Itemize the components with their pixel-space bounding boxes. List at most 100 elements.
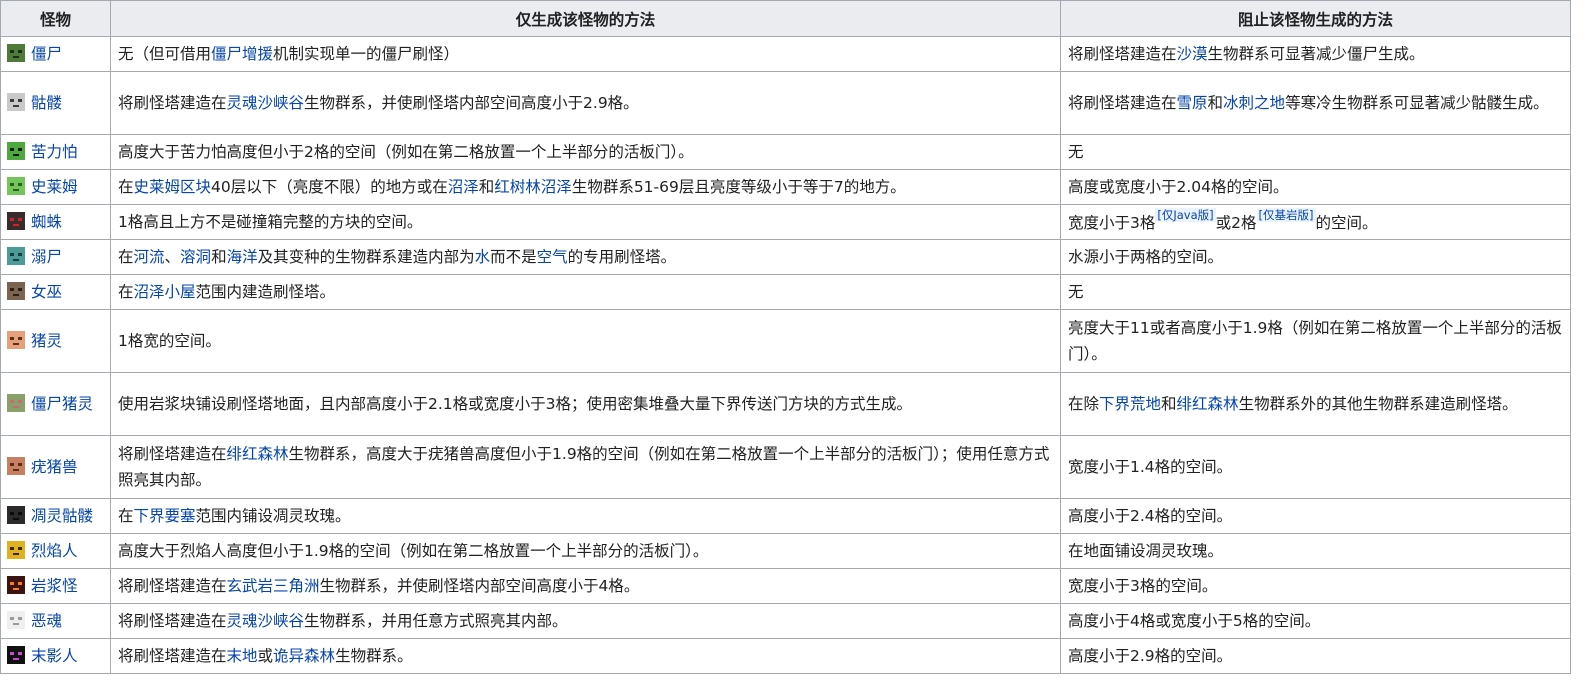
cell-text: 生物群系，并用任意方式照亮其内部。 [304,612,568,630]
mob-name-link[interactable]: 苦力怕 [31,143,78,161]
cell-text: 等寒冷生物群系可显著减少骷髅生成。 [1285,94,1549,112]
prevent-spawn-method-cell: 水源小于两格的空间。 [1060,239,1571,275]
cell-text: 生物群系，并使刷怪塔内部空间高度小于4格。 [319,577,640,595]
mob-name-link[interactable]: 恶魂 [31,612,62,630]
only-spawn-method-cell: 在沼泽小屋范围内建造刷怪塔。 [110,274,1061,310]
table-row: 疣猪兽 将刷怪塔建造在绯红森林生物群系，高度大于疣猪兽高度但小于1.9格的空间（例… [0,435,1571,499]
mob-cell: 烈焰人 [0,533,111,569]
wiki-link[interactable]: 末地 [227,647,258,665]
blaze-face-icon [7,541,25,559]
cell-text: 高度或宽度小于2.04格的空间。 [1068,178,1289,196]
mob-cell: 凋灵骷髅 [0,498,111,534]
wiki-link[interactable]: 沼泽小屋 [134,283,196,301]
wiki-link[interactable]: 绯红森林 [227,445,289,463]
table-row: 恶魂 将刷怪塔建造在灵魂沙峡谷生物群系，并用任意方式照亮其内部。 高度小于4格或宽度… [0,603,1571,639]
table-row: 女巫 在沼泽小屋范围内建造刷怪塔。无 [0,274,1571,310]
prevent-spawn-method-cell: 无 [1060,134,1571,170]
mob-name-link[interactable]: 凋灵骷髅 [31,507,93,525]
prevent-spawn-method-cell: 高度小于2.9格的空间。 [1060,638,1571,674]
mob-name-link[interactable]: 僵尸猪灵 [31,395,93,413]
mob-name-link[interactable]: 蜘蛛 [31,213,62,231]
mob-spawning-table: 怪物 仅生成该怪物的方法 阻止该怪物生成的方法 僵尸 无（但可借用僵尸增援机制实现… [0,0,1571,674]
wiki-link[interactable]: 下界要塞 [134,507,196,525]
wiki-link[interactable]: 诡异森林 [273,647,335,665]
mob-name-link[interactable]: 疣猪兽 [31,458,78,476]
mob-name-link[interactable]: 女巫 [31,283,62,301]
edition-tag[interactable]: [仅基岩版] [1256,208,1316,222]
witch-face-icon [7,282,25,300]
prevent-spawn-method-cell: 亮度大于11或者高度小于1.9格（例如在第二格放置一个上半部分的活板门）。 [1060,309,1571,373]
wiki-link[interactable]: 沼泽 [448,178,479,196]
table-row: 史莱姆 在史莱姆区块40层以下（亮度不限）的地方或在沼泽和红树林沼泽生物群系51-… [0,169,1571,205]
prevent-spawn-method-cell: 在地面铺设凋灵玫瑰。 [1060,533,1571,569]
cell-text: 和 [1161,395,1177,413]
wiki-link[interactable]: 红树林沼泽 [494,178,572,196]
mob-name-link[interactable]: 烈焰人 [31,542,78,560]
wiki-link[interactable]: 雪原 [1177,94,1208,112]
only-spawn-method-cell: 使用岩浆块铺设刷怪塔地面，且内部高度小于2.1格或宽度小于3格；使用密集堆叠大量… [110,372,1061,436]
prevent-spawn-method-cell: 将刷怪塔建造在雪原和冰刺之地等寒冷生物群系可显著减少骷髅生成。 [1060,71,1571,135]
cell-text: 无（但可借用 [118,45,212,63]
table-row: 末影人 将刷怪塔建造在末地或诡异森林生物群系。 高度小于2.9格的空间。 [0,638,1571,674]
cell-text: 高度小于2.9格的空间。 [1068,647,1233,665]
wiki-link[interactable]: 海洋 [227,248,258,266]
wiki-link[interactable]: 灵魂沙峡谷 [227,612,305,630]
table-header-row: 怪物 仅生成该怪物的方法 阻止该怪物生成的方法 [0,0,1571,37]
cell-text: 和 [211,248,227,266]
table-row: 僵尸 无（但可借用僵尸增援机制实现单一的僵尸刷怪） 将刷怪塔建造在沙漠生物群系可显著… [0,36,1571,72]
table-row: 凋灵骷髅 在下界要塞范围内铺设凋灵玫瑰。 高度小于2.4格的空间。 [0,498,1571,534]
wiki-link[interactable]: 下界荒地 [1099,395,1161,413]
wiki-link[interactable]: 绯红森林 [1177,395,1239,413]
only-spawn-method-cell: 将刷怪塔建造在灵魂沙峡谷生物群系，并用任意方式照亮其内部。 [110,603,1061,639]
mob-cell: 恶魂 [0,603,111,639]
piglin-face-icon [7,331,25,349]
wither-skeleton-face-icon [7,506,25,524]
cell-text: 将刷怪塔建造在 [118,94,227,112]
table-row: 猪灵 1格宽的空间。 亮度大于11或者高度小于1.9格（例如在第二格放置一个上半部分… [0,309,1571,373]
ghast-face-icon [7,611,25,629]
mob-cell: 骷髅 [0,71,111,135]
table-row: 僵尸猪灵 使用岩浆块铺设刷怪塔地面，且内部高度小于2.1格或宽度小于3格；使用密集… [0,372,1571,436]
cell-text: 在 [118,283,134,301]
only-spawn-method-cell: 1格宽的空间。 [110,309,1061,373]
cell-text: 生物群系可显著减少僵尸生成。 [1207,45,1425,63]
wiki-link[interactable]: 河流 [134,248,165,266]
mob-cell: 溺尸 [0,239,111,275]
wiki-link[interactable]: 冰刺之地 [1223,94,1285,112]
wiki-link[interactable]: 水 [475,248,491,266]
prevent-spawn-method-cell: 高度或宽度小于2.04格的空间。 [1060,169,1571,205]
mob-name-link[interactable]: 史莱姆 [31,178,78,196]
cell-text: 宽度小于3格 [1068,214,1156,232]
mob-name-link[interactable]: 溺尸 [31,248,62,266]
wiki-link[interactable]: 史莱姆区块 [134,178,212,196]
wiki-link[interactable]: 沙漠 [1177,45,1208,63]
prevent-spawn-method-cell: 高度小于2.4格的空间。 [1060,498,1571,534]
table-row: 岩浆怪 将刷怪塔建造在玄武岩三角洲生物群系，并使刷怪塔内部空间高度小于4格。 宽度小… [0,568,1571,604]
mob-cell: 僵尸猪灵 [0,372,111,436]
mob-cell: 疣猪兽 [0,435,111,499]
wiki-link[interactable]: 溶洞 [180,248,211,266]
wiki-link[interactable]: 玄武岩三角洲 [227,577,320,595]
mob-name-link[interactable]: 骷髅 [31,94,62,112]
wiki-link[interactable]: 僵尸增援 [211,45,273,63]
cell-text: 将刷怪塔建造在 [118,445,227,463]
prevent-spawn-method-cell: 将刷怪塔建造在沙漠生物群系可显著减少僵尸生成。 [1060,36,1571,72]
mob-cell: 女巫 [0,274,111,310]
zombified-piglin-face-icon [7,394,25,412]
mob-name-link[interactable]: 僵尸 [31,45,62,63]
cell-text: 生物群系。 [335,647,413,665]
cell-text: 无 [1068,143,1084,161]
edition-tag[interactable]: [仅Java版] [1155,208,1216,222]
mob-name-link[interactable]: 末影人 [31,647,78,665]
wiki-link[interactable]: 空气 [537,248,568,266]
cell-text: 在 [118,507,134,525]
cell-text: 高度大于苦力怕高度但小于2格的空间（例如在第二格放置一个上半部分的活板门）。 [118,143,694,161]
mob-cell: 蜘蛛 [0,204,111,240]
mob-name-link[interactable]: 猪灵 [31,332,62,350]
wiki-link[interactable]: 灵魂沙峡谷 [227,94,305,112]
mob-name-link[interactable]: 岩浆怪 [31,577,78,595]
mob-cell: 末影人 [0,638,111,674]
spider-face-icon [7,212,25,230]
slime-face-icon [7,177,25,195]
table-row: 骷髅 将刷怪塔建造在灵魂沙峡谷生物群系，并使刷怪塔内部空间高度小于2.9格。 将刷怪… [0,71,1571,135]
